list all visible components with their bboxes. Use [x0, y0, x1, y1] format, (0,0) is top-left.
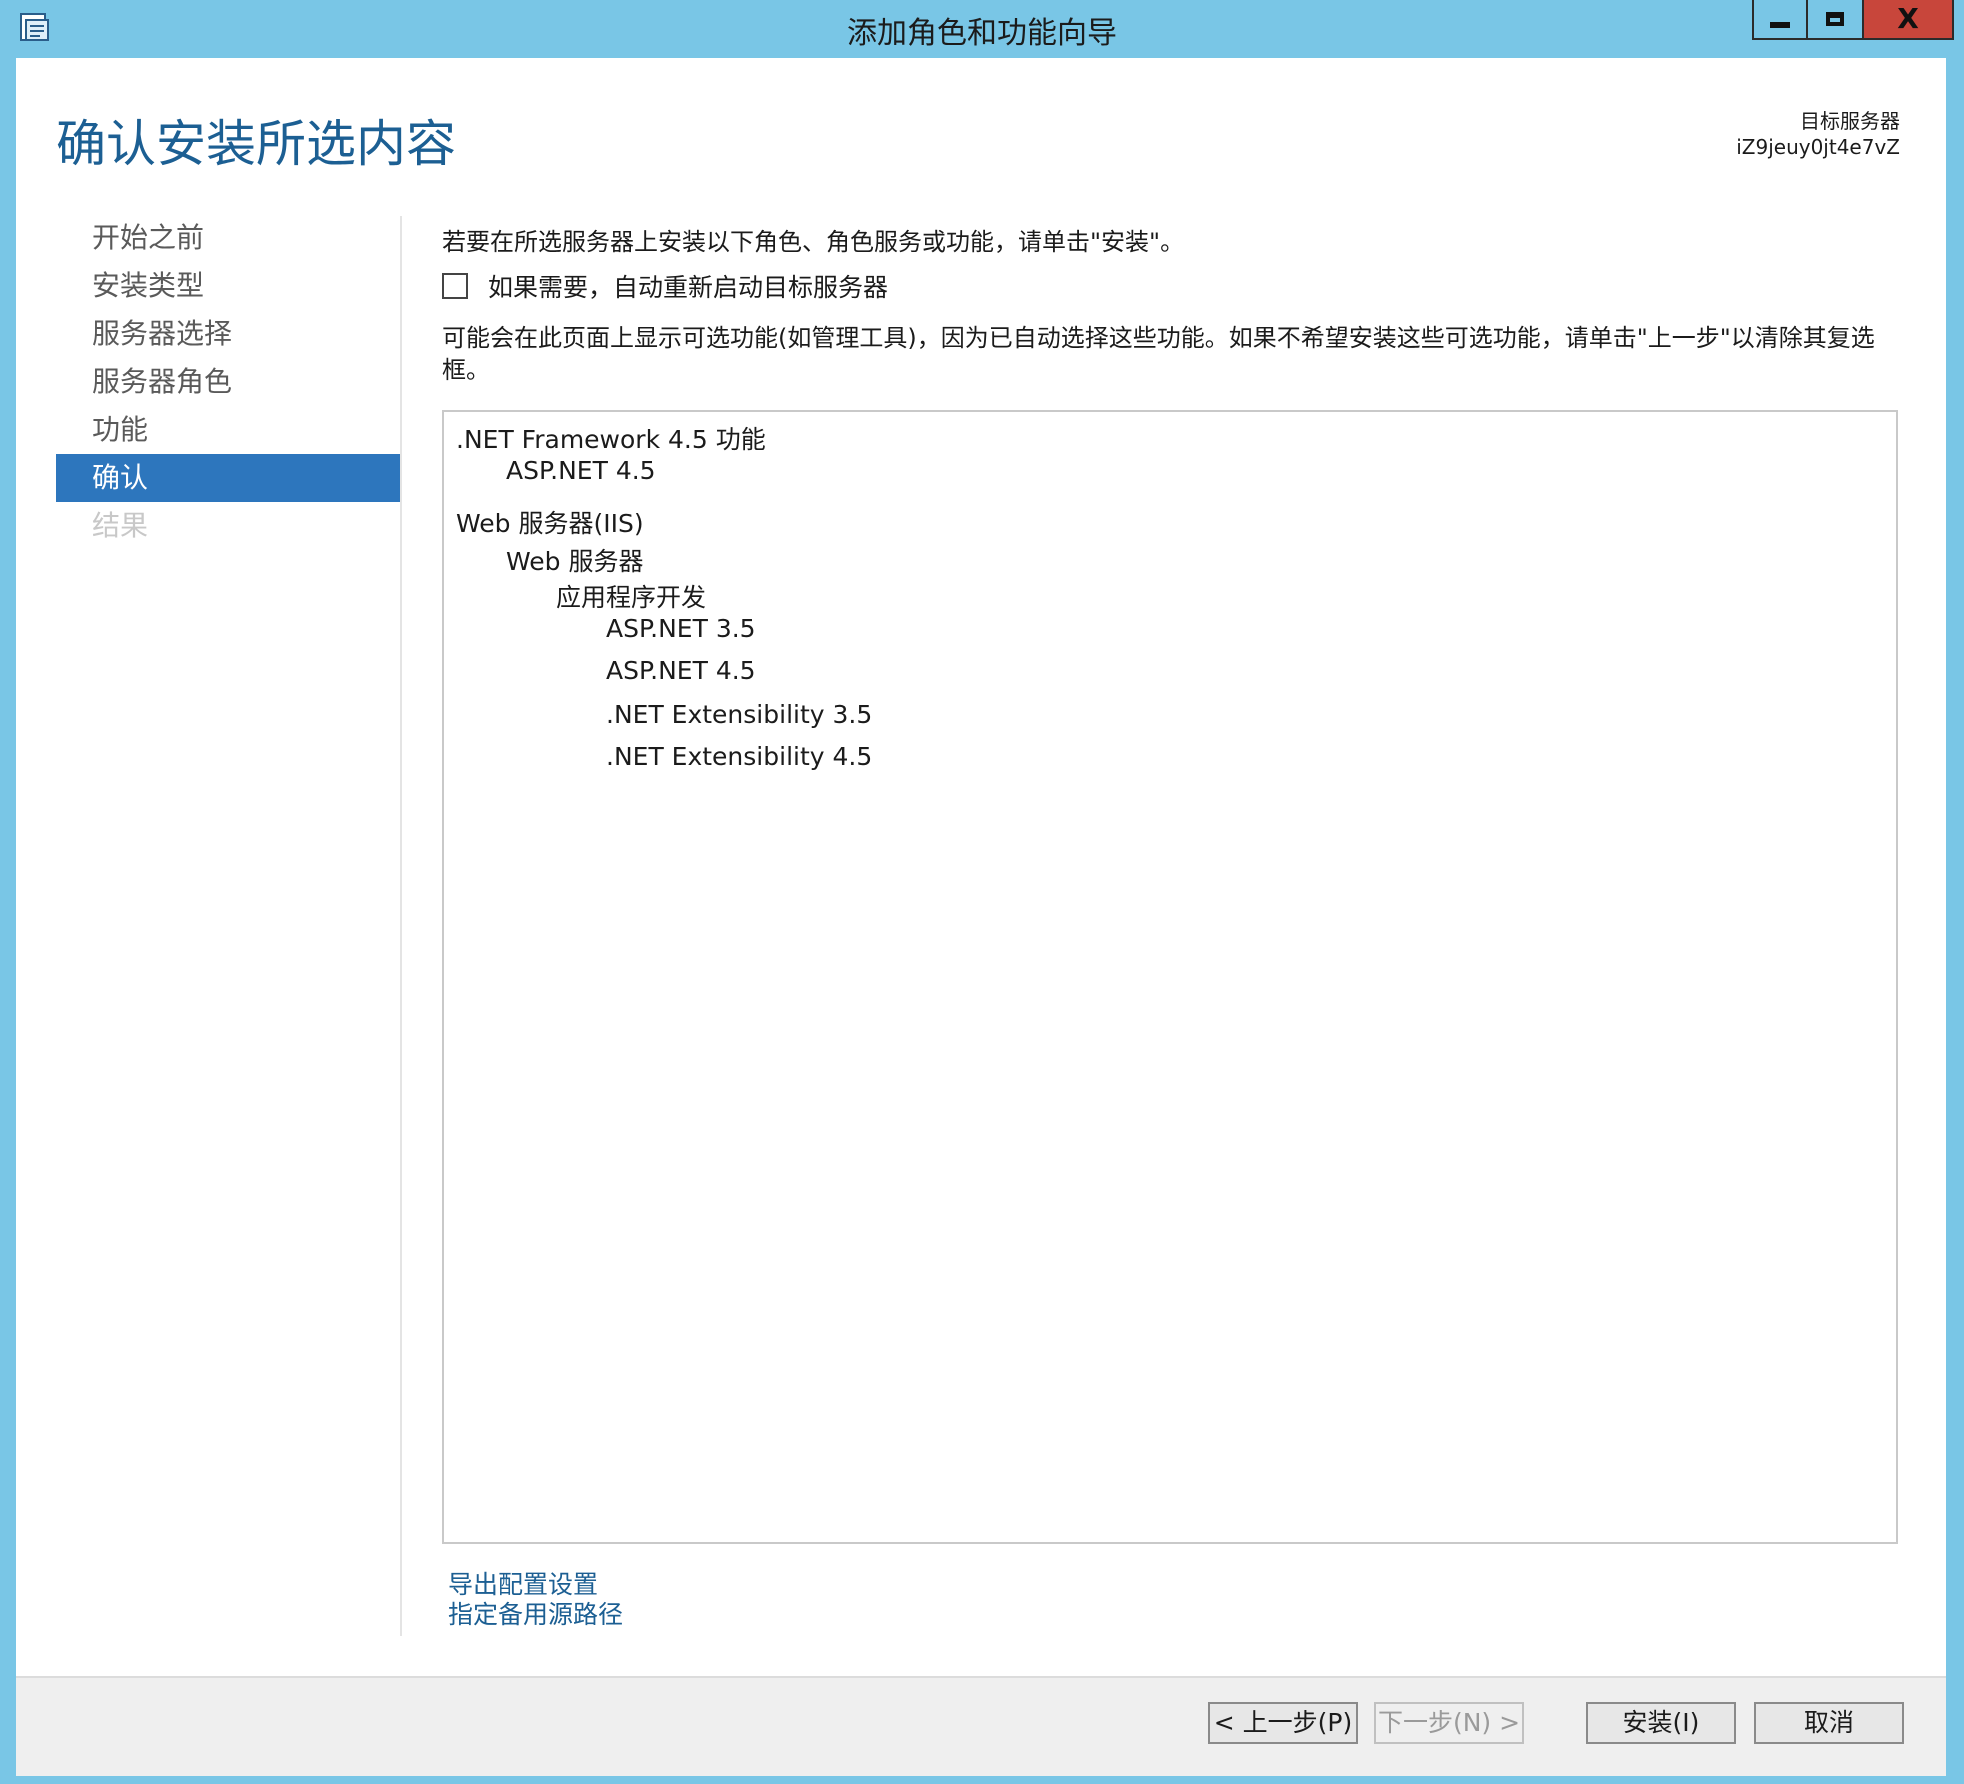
list-item: Web 服务器 [506, 547, 644, 576]
wizard-client-area: 确认安装所选内容 目标服务器 iZ9jeuy0jt4e7vZ 开始之前 安装类型… [16, 58, 1946, 1776]
nav-item-installation-type[interactable]: 安装类型 [56, 262, 400, 310]
intro-text: 若要在所选服务器上安装以下角色、角色服务或功能，请单击"安装"。 [442, 228, 1185, 256]
list-item: 应用程序开发 [556, 583, 707, 612]
nav-item-confirmation[interactable]: 确认 [56, 454, 400, 502]
minimize-button[interactable] [1752, 0, 1808, 40]
alternate-source-link[interactable]: 指定备用源路径 [448, 1600, 623, 1630]
close-icon: X [1897, 2, 1919, 35]
nav-item-features[interactable]: 功能 [56, 406, 400, 454]
restart-checkbox-label[interactable]: 如果需要，自动重新启动目标服务器 [488, 268, 888, 304]
next-button: 下一步(N) > [1374, 1702, 1524, 1744]
target-server-label: 目标服务器 [1800, 109, 1900, 133]
config-links: 导出配置设置 指定备用源路径 [448, 1570, 623, 1630]
minimize-icon [1770, 22, 1790, 28]
nav-item-before-you-begin[interactable]: 开始之前 [56, 214, 400, 262]
wizard-window: 添加角色和功能向导 X 确认安装所选内容 目标服务器 iZ9jeuy0jt4e7… [0, 0, 1964, 1784]
wizard-footer: < 上一步(P) 下一步(N) > 安装(I) 取消 [16, 1676, 1946, 1776]
close-button[interactable]: X [1864, 0, 1954, 40]
selection-list[interactable]: .NET Framework 4.5 功能 ASP.NET 4.5 Web 服务… [442, 410, 1898, 1544]
title-bar[interactable]: 添加角色和功能向导 X [0, 0, 1964, 58]
restart-checkbox[interactable] [442, 273, 468, 299]
list-item: ASP.NET 4.5 [506, 456, 656, 485]
previous-button[interactable]: < 上一步(P) [1208, 1702, 1358, 1744]
window-title: 添加角色和功能向导 [847, 16, 1117, 51]
export-config-link[interactable]: 导出配置设置 [448, 1570, 623, 1600]
list-item: Web 服务器(IIS) [456, 509, 644, 538]
list-item: ASP.NET 4.5 [606, 656, 756, 685]
nav-item-server-selection[interactable]: 服务器选择 [56, 310, 400, 358]
list-item: .NET Framework 4.5 功能 [456, 425, 766, 454]
content-area: 若要在所选服务器上安装以下角色、角色服务或功能，请单击"安装"。 如果需要，自动… [442, 208, 1902, 384]
window-controls: X [1752, 0, 1954, 40]
nav-item-results: 结果 [92, 509, 149, 542]
nav-divider [400, 216, 402, 1636]
target-server-value: iZ9jeuy0jt4e7vZ [1736, 135, 1900, 159]
nav-item-server-roles[interactable]: 服务器角色 [56, 358, 400, 406]
cancel-button[interactable]: 取消 [1754, 1702, 1904, 1744]
list-item: .NET Extensibility 3.5 [606, 700, 873, 729]
install-button[interactable]: 安装(I) [1586, 1702, 1736, 1744]
page-title: 确认安装所选内容 [56, 115, 456, 173]
list-item: .NET Extensibility 4.5 [606, 742, 873, 771]
restart-option[interactable]: 如果需要，自动重新启动目标服务器 [442, 268, 888, 304]
wizard-nav: 开始之前 安装类型 服务器选择 服务器角色 功能 确认 结果 [56, 214, 400, 550]
optional-features-note: 可能会在此页面上显示可选功能(如管理工具)，因为已自动选择这些功能。如果不希望安… [442, 324, 1875, 384]
list-item: ASP.NET 3.5 [606, 614, 756, 643]
maximize-button[interactable] [1808, 0, 1864, 40]
maximize-icon [1826, 12, 1844, 26]
target-server-info: 目标服务器 iZ9jeuy0jt4e7vZ [1736, 108, 1900, 160]
